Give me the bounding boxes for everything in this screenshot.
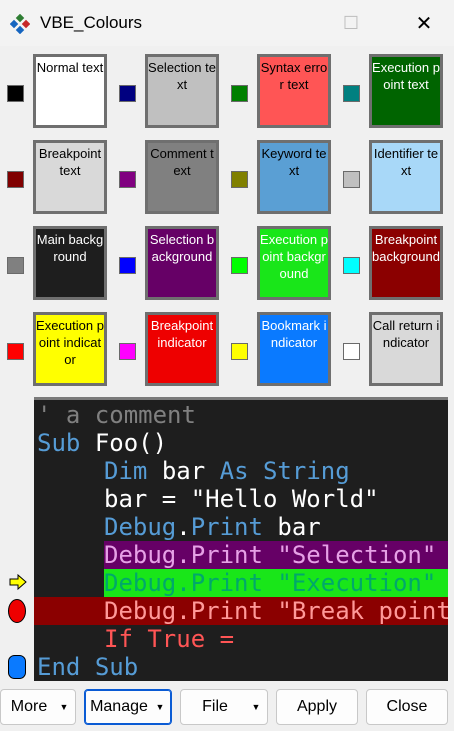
keyword-text: Debug	[104, 513, 177, 541]
colour-cell[interactable]: Call return indicator	[369, 312, 443, 386]
keyword-text: Sub	[37, 429, 81, 457]
colour-swatch[interactable]	[231, 343, 248, 360]
colour-swatch[interactable]	[119, 85, 136, 102]
keyword-text: Sub	[94, 653, 139, 681]
identifier-text: bar	[277, 513, 321, 541]
execution-point-arrow-icon	[9, 574, 27, 590]
code-line: Sub Foo()	[37, 429, 167, 457]
colour-cell[interactable]: Normal text	[33, 54, 107, 128]
more-button[interactable]: More ▼	[0, 689, 76, 725]
keyword-text: End	[37, 653, 81, 681]
colour-swatch[interactable]	[119, 257, 136, 274]
dropdown-caret-icon: ▼	[251, 702, 261, 712]
colour-cell[interactable]: Keyword text	[257, 140, 331, 214]
colour-swatch[interactable]	[119, 171, 136, 188]
identifier-text: bar	[161, 457, 206, 485]
colour-cell[interactable]: Breakpoint background	[369, 226, 443, 300]
colour-swatch[interactable]	[7, 257, 24, 274]
dropdown-caret-icon: ▼	[59, 702, 69, 712]
apply-button[interactable]: Apply	[276, 689, 358, 725]
code-preview: ' a comment Sub Foo() Dim bar As String …	[34, 397, 448, 681]
keyword-text: Dim	[104, 457, 148, 485]
close-window-button[interactable]: ✕	[396, 0, 452, 46]
dropdown-caret-icon: ▼	[155, 702, 165, 712]
keyword-text: Print	[190, 513, 263, 541]
breakpoint-icon	[8, 599, 26, 623]
code-line: End Sub	[37, 653, 138, 681]
colour-swatch[interactable]	[231, 257, 248, 274]
comment-text: ' a comment	[37, 401, 196, 429]
colour-swatch[interactable]	[343, 257, 360, 274]
file-button[interactable]: File ▼	[180, 689, 268, 725]
maximize-icon: ☐	[342, 12, 360, 33]
colour-swatch[interactable]	[343, 171, 360, 188]
colour-cell[interactable]: Identifier text	[369, 140, 443, 214]
colour-swatch[interactable]	[119, 343, 136, 360]
colour-cell[interactable]: Syntax error text	[257, 54, 331, 128]
title-bar: VBE_Colours ☐ ✕	[0, 0, 454, 46]
colour-swatch[interactable]	[7, 85, 24, 102]
selection-line: Debug.Print "Selection"	[104, 541, 448, 569]
colour-swatch[interactable]	[7, 343, 24, 360]
button-bar: More ▼ Manage ▼ File ▼ Apply Close	[0, 686, 454, 731]
colour-cell[interactable]: Selection background	[145, 226, 219, 300]
colour-cell[interactable]: Execution point background	[257, 226, 331, 300]
colour-cell[interactable]: Execution point indicator	[33, 312, 107, 386]
colour-cell[interactable]: Main background	[33, 226, 107, 300]
execution-point-line: Debug.Print "Execution"	[104, 569, 448, 597]
colour-swatch[interactable]	[7, 171, 24, 188]
keyword-text: As String	[219, 457, 350, 485]
breakpoint-line: Debug.Print "Break point"	[34, 597, 448, 625]
colour-cell[interactable]: Breakpoint text	[33, 140, 107, 214]
colour-cell[interactable]: Execution point text	[369, 54, 443, 128]
colour-cell[interactable]: Breakpoint indicator	[145, 312, 219, 386]
identifier-text: Foo()	[94, 429, 168, 457]
colour-swatch[interactable]	[343, 85, 360, 102]
code-line: Debug.Print bar	[104, 513, 321, 541]
manage-button[interactable]: Manage ▼	[84, 689, 172, 725]
maximize-button[interactable]: ☐	[323, 0, 379, 46]
colour-swatch[interactable]	[343, 343, 360, 360]
identifier-text: .	[176, 513, 191, 541]
margin-indicator-bar	[0, 397, 34, 681]
window-title: VBE_Colours	[40, 13, 143, 32]
close-button[interactable]: Close	[366, 689, 448, 725]
colour-cell[interactable]: Bookmark indicator	[257, 312, 331, 386]
bookmark-icon	[8, 655, 26, 679]
close-icon: ✕	[415, 12, 433, 35]
syntax-error-line: If True =	[104, 625, 235, 653]
colour-swatch[interactable]	[231, 85, 248, 102]
code-line: bar = "Hello World"	[104, 485, 379, 513]
colour-cell[interactable]: Comment text	[145, 140, 219, 214]
colour-cell[interactable]: Selection text	[145, 54, 219, 128]
app-icon	[10, 14, 30, 34]
colour-swatch[interactable]	[231, 171, 248, 188]
code-line: Dim bar As String	[104, 457, 350, 485]
code-line: ' a comment	[37, 401, 196, 429]
